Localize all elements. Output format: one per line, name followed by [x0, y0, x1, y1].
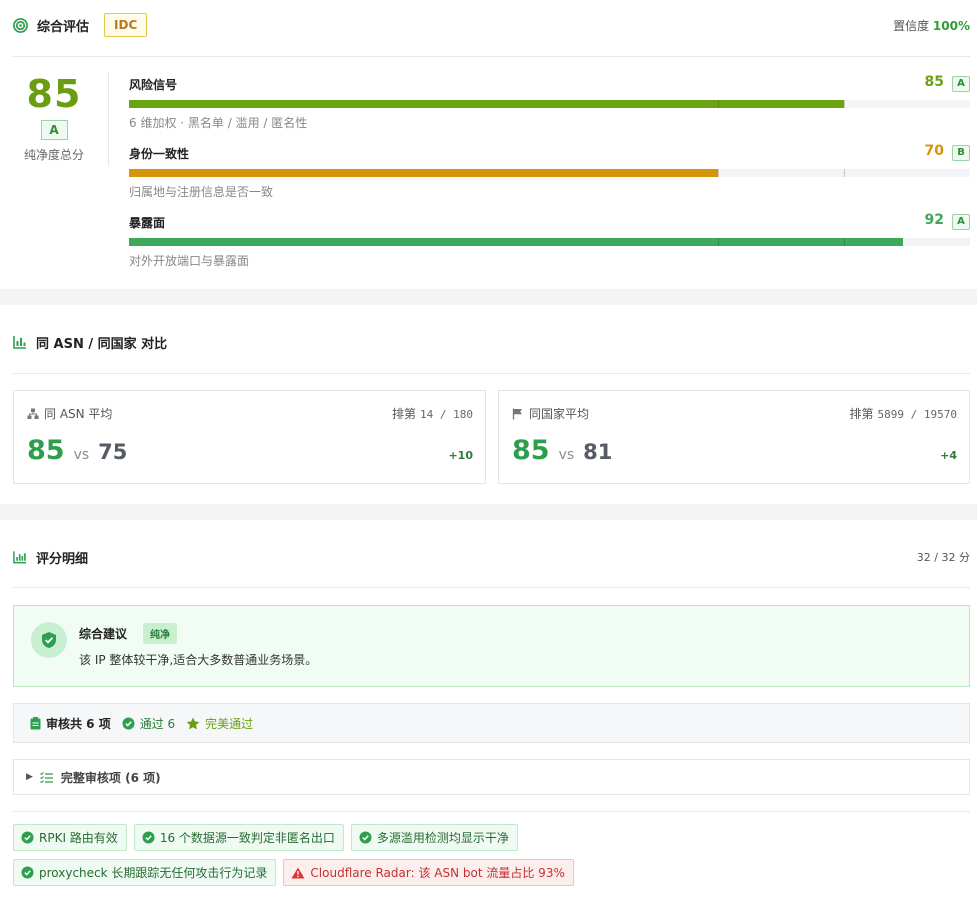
full-audit-toggle[interactable]: ▶ 完整审核项 (6 项): [13, 759, 970, 795]
metric-value: 85: [924, 74, 944, 90]
check-circle-icon: [142, 831, 155, 844]
confidence-value: 100%: [932, 18, 970, 33]
score-value: 85: [26, 72, 82, 116]
country-compare-label: 同国家平均: [512, 405, 589, 422]
my-score: 85: [512, 435, 550, 466]
shield-check-icon: [31, 622, 67, 658]
comparison-card: 同 ASN / 同国家 对比 同 ASN 平均 排第 14 / 180 85 vs…: [0, 305, 977, 504]
overview-title: 综合评估: [37, 19, 90, 35]
metric-grade: B: [952, 145, 970, 161]
divider: [13, 811, 970, 812]
confidence: 置信度 100%: [893, 17, 970, 34]
check-circle-icon: [122, 717, 135, 729]
asn-average: 75: [98, 440, 128, 464]
tag-item: proxycheck 长期跟踪无任何攻击行为记录: [13, 859, 277, 886]
score-grade: A: [40, 120, 68, 140]
country-rank: 排第 5899 / 19570: [849, 407, 958, 421]
my-score: 85: [27, 435, 65, 466]
asn-compare-box: 同 ASN 平均 排第 14 / 180 85 vs 75 +10: [13, 390, 486, 484]
bar-tick: [843, 100, 845, 108]
metric-grade: A: [952, 214, 970, 230]
overview-header: 综合评估 IDC 置信度 100%: [0, 12, 977, 38]
clean-badge: 纯净: [143, 623, 177, 644]
bar-tick: [843, 169, 845, 177]
asn-compare-label: 同 ASN 平均: [27, 405, 112, 422]
metric-bar-track: [129, 238, 970, 246]
comparison-header: 同 ASN / 同国家 对比: [0, 329, 977, 355]
advice-title: 综合建议: [79, 627, 128, 641]
country-scores: 85 vs 81: [512, 435, 612, 466]
caret-right-icon: ▶: [26, 772, 33, 782]
total-score: 85 A 纯净度总分: [0, 72, 108, 163]
audit-passed: 通过 6: [122, 715, 175, 732]
country-compare-box: 同国家平均 排第 5899 / 19570 85 vs 81 +4: [498, 390, 970, 484]
tag-item: 多源滥用检测均显示干净: [350, 824, 518, 851]
full-audit-label: 完整审核项 (6 项): [60, 770, 161, 785]
bar-tick: [717, 238, 719, 246]
type-badge: IDC: [104, 13, 148, 37]
metric-name: 暴露面: [129, 216, 166, 230]
metric-risk: 风险信号 85 A 6 维加权 · 黑名单 / 滥用 / 匿名性: [129, 74, 970, 132]
details-title: 评分明细: [36, 551, 89, 567]
target-icon: [13, 17, 28, 33]
metric-desc: 归属地与注册信息是否一致: [129, 185, 274, 199]
comparison-title: 同 ASN / 同国家 对比: [36, 336, 168, 352]
star-icon: [186, 717, 200, 729]
overview-card: 综合评估 IDC 置信度 100% 85 A 纯净度总分 风险信号 85 A 6…: [0, 0, 977, 289]
vertical-divider: [108, 72, 109, 166]
metric-bar-track: [129, 100, 970, 108]
score-label: 纯净度总分: [23, 148, 84, 162]
bar-tick: [717, 169, 719, 177]
tag-item: RPKI 路由有效: [13, 824, 127, 851]
asn-delta: +10: [448, 449, 473, 462]
details-header: 评分明细 32 / 32 分: [0, 544, 977, 570]
bar-tick: [843, 238, 845, 246]
metric-desc: 6 维加权 · 黑名单 / 滥用 / 匿名性: [129, 116, 308, 130]
chart-icon: [13, 550, 27, 564]
metric-exposure: 暴露面 92 A 对外开放端口与暴露面: [129, 212, 970, 270]
check-circle-icon: [359, 831, 372, 844]
metric-bar-track: [129, 169, 970, 177]
tag-item-warning: Cloudflare Radar: 该 ASN bot 流量占比 93%: [283, 859, 574, 886]
checklist-icon: [40, 771, 53, 783]
metric-bar-fill: [129, 100, 844, 108]
divider: [13, 373, 970, 374]
divider: [13, 587, 970, 588]
tag-list: RPKI 路由有效 16 个数据源一致判定非匿名出口 多源滥用检测均显示干净 p…: [13, 824, 783, 886]
confidence-label: 置信度: [893, 18, 930, 33]
asn-scores: 85 vs 75: [27, 435, 127, 466]
metric-bar-fill: [129, 238, 903, 246]
clipboard-icon: [30, 716, 41, 729]
advice-box: 综合建议 纯净 该 IP 整体较干净,适合大多数普通业务场景。: [13, 605, 970, 687]
bar-chart-icon: [13, 335, 27, 349]
metric-value: 92: [924, 212, 944, 228]
metric-value: 70: [924, 143, 944, 159]
asn-rank: 排第 14 / 180: [392, 407, 473, 421]
metric-identity: 身份一致性 70 B 归属地与注册信息是否一致: [129, 143, 970, 201]
advice-text: 该 IP 整体较干净,适合大多数普通业务场景。: [79, 653, 318, 667]
country-delta: +4: [940, 449, 957, 462]
metric-bar-fill: [129, 169, 718, 177]
check-circle-icon: [21, 831, 34, 844]
audit-total: 审核共 6 项: [30, 715, 111, 732]
audit-summary: 审核共 6 项 通过 6 完美通过: [13, 703, 970, 743]
sitemap-icon: [27, 408, 39, 419]
tag-item: 16 个数据源一致判定非匿名出口: [133, 824, 344, 851]
metric-name: 风险信号: [129, 78, 178, 92]
bar-tick: [717, 100, 719, 108]
country-average: 81: [583, 440, 613, 464]
points-total: 32 / 32 分: [916, 551, 970, 564]
metric-name: 身份一致性: [129, 147, 190, 161]
metric-desc: 对外开放端口与暴露面: [129, 254, 250, 268]
flag-icon: [512, 408, 522, 419]
vs-label: vs: [73, 447, 90, 463]
check-circle-icon: [21, 866, 34, 879]
warning-icon: [291, 867, 305, 878]
vs-label: vs: [558, 447, 575, 463]
metric-grade: A: [952, 76, 970, 92]
audit-perfect: 完美通过: [186, 715, 253, 732]
divider: [13, 56, 970, 57]
details-card: 评分明细 32 / 32 分 综合建议 纯净 该 IP 整体较干净,适合大多数普…: [0, 520, 977, 903]
